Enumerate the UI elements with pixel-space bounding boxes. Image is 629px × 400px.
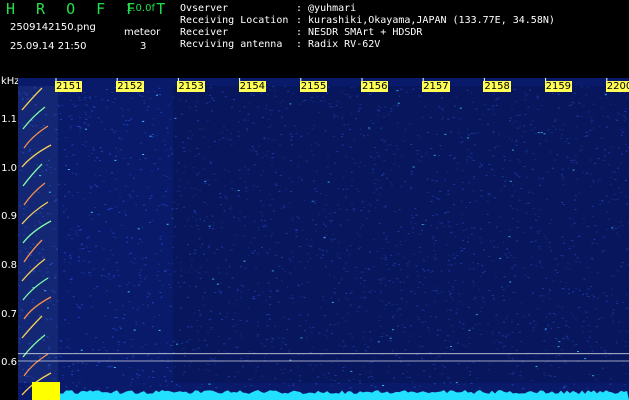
x-tick-label: 2158 bbox=[483, 81, 511, 92]
meteor-count: 3 bbox=[140, 41, 147, 52]
timestamp-label: 25.09.14 21:50 bbox=[10, 41, 87, 52]
x-tick-label: 2155 bbox=[299, 81, 328, 92]
header: H R O F F T 1.0.0f 2509142150.png meteor… bbox=[0, 0, 629, 78]
spectrogram bbox=[18, 78, 629, 400]
observer-label: Ovserver bbox=[180, 3, 229, 14]
y-axis-label: kHz bbox=[1, 76, 20, 87]
y-tick-label: 0.9 bbox=[1, 211, 17, 223]
x-tick-label: 2151 bbox=[55, 81, 83, 92]
antenna-label: Recviving antenna bbox=[180, 39, 283, 50]
x-tick-label: 2154 bbox=[238, 81, 267, 92]
location-label: Receiving Location bbox=[180, 15, 289, 26]
left-glow bbox=[18, 86, 58, 383]
x-tick-label: 2152 bbox=[116, 81, 144, 92]
location-value: : kurashiki,Okayama,JAPAN (133.77E, 34.5… bbox=[296, 15, 555, 26]
antenna-value: : Radix RV-62V bbox=[296, 39, 381, 50]
x-tick-label: 2156 bbox=[361, 81, 389, 92]
receiver-label: Receiver bbox=[180, 27, 229, 38]
meteor-label: meteor bbox=[124, 27, 161, 38]
y-tick-label: 1.1 bbox=[1, 114, 17, 126]
observer-value: : @yuhmari bbox=[296, 3, 357, 14]
meteor-marker bbox=[32, 382, 60, 400]
dark-band bbox=[173, 86, 629, 383]
y-tick-label: 0.7 bbox=[1, 308, 17, 320]
filename-label: 2509142150.png bbox=[10, 22, 96, 33]
x-tick-label: 2153 bbox=[177, 81, 205, 92]
receiver-value: : NESDR SMArt + HDSDR bbox=[296, 27, 423, 38]
x-tick-label: 2157 bbox=[422, 81, 450, 92]
x-tick-label: 2200 bbox=[605, 81, 629, 92]
y-tick-label: 0.6 bbox=[1, 357, 17, 369]
y-tick-label: 0.8 bbox=[1, 260, 17, 272]
y-tick-label: 1.0 bbox=[1, 162, 17, 174]
station-info: Ovserver : @yuhmari Receiving Location : k… bbox=[180, 3, 555, 51]
x-tick-label: 2159 bbox=[544, 81, 573, 92]
version-label: 1.0.0f bbox=[126, 3, 155, 14]
